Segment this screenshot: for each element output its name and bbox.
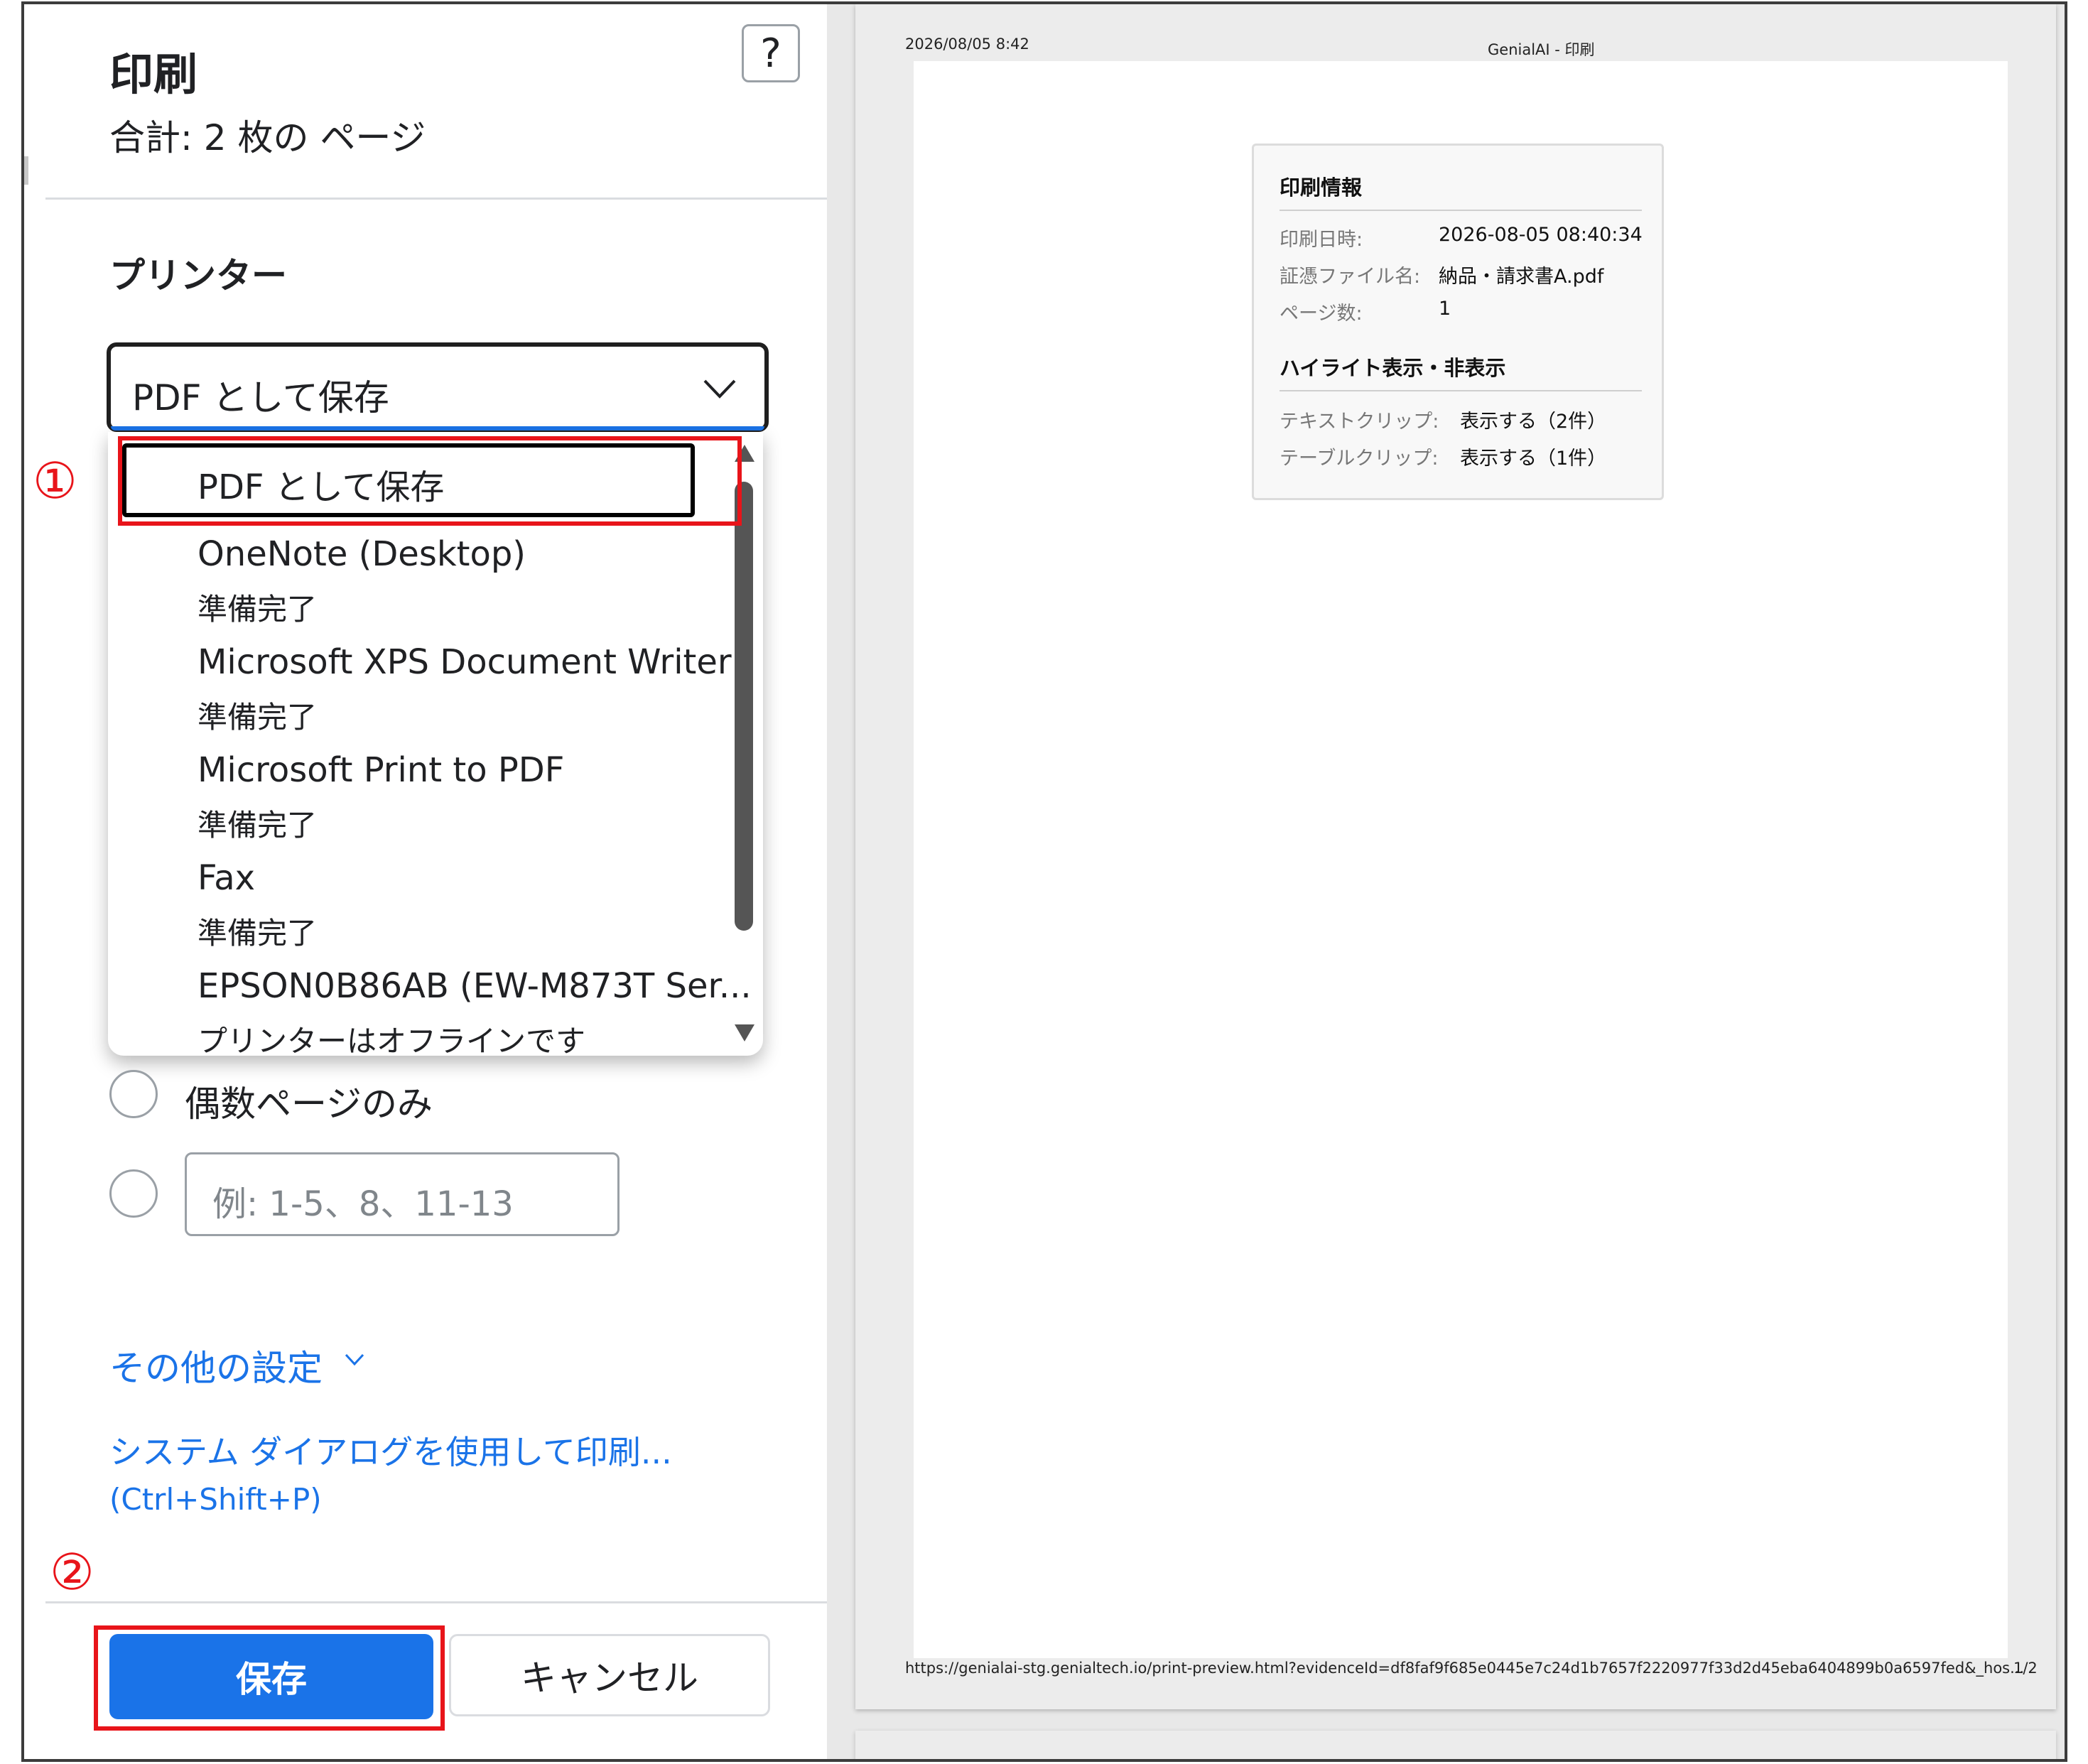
printer-option-name: OneNote (Desktop): [198, 534, 526, 574]
header-divider: [45, 197, 827, 200]
printer-option-xps-writer[interactable]: Microsoft XPS Document Writer 準備完了: [108, 637, 732, 750]
card-divider: [1280, 210, 1642, 211]
printer-section-label: プリンター: [109, 255, 287, 296]
chevron-down-icon: [345, 1353, 364, 1366]
page-footer-url: https://genialai-stg.genialtech.io/print…: [905, 1660, 2025, 1677]
printer-option-name: EPSON0B86AB (EW-M873T Ser...: [198, 966, 752, 1006]
info-key: ページ数:: [1280, 303, 1363, 325]
save-button[interactable]: 保存: [109, 1634, 433, 1719]
printer-option-name: Microsoft Print to PDF: [198, 750, 565, 790]
even-pages-label: 偶数ページのみ: [185, 1083, 433, 1125]
printer-option-status: 準備完了: [198, 700, 318, 735]
custom-pages-radio[interactable]: [109, 1169, 158, 1218]
even-pages-radio[interactable]: [109, 1070, 158, 1118]
print-info-card: 印刷情報 印刷日時: 2026-08-05 08:40:34 証憑ファイル名: …: [1252, 144, 1664, 500]
page-count-summary: 合計: 2 枚の ページ: [109, 117, 426, 158]
dialog-title: 印刷: [109, 48, 198, 100]
printer-option-ms-print-to-pdf[interactable]: Microsoft Print to PDF 準備完了: [108, 745, 705, 858]
panel-edge-marker: [24, 156, 28, 185]
printer-option-status: プリンターはオフラインです: [198, 1024, 586, 1056]
next-preview-page: [855, 1731, 2056, 1759]
footer-divider: [45, 1601, 827, 1603]
info-value: 2026-08-05 08:40:34: [1439, 224, 1643, 246]
print-info-heading: 印刷情報: [1280, 175, 1363, 200]
info-key: テキストクリップ:: [1280, 411, 1439, 433]
info-key: テーブルクリップ:: [1280, 448, 1439, 470]
page-range-input[interactable]: 例: 1-5、8、11-13: [185, 1152, 620, 1236]
system-dialog-link[interactable]: システム ダイアログを使用して印刷...: [109, 1427, 672, 1473]
info-value: 表示する（1件）: [1460, 448, 1607, 470]
printer-option-onenote[interactable]: OneNote (Desktop) 準備完了: [108, 529, 705, 642]
preview-page: 2026/08/05 8:42 GenialAI - 印刷 印刷情報 印刷日時:…: [855, 4, 2056, 1709]
info-value: 納品・請求書A.pdf: [1439, 266, 1604, 288]
step1-highlight-box: [118, 436, 742, 526]
printer-option-status: 準備完了: [198, 808, 318, 843]
more-settings-link[interactable]: その他の設定: [109, 1340, 323, 1391]
info-value: 1: [1439, 298, 1451, 320]
page-header-title: GenialAI - 印刷: [1488, 41, 1595, 58]
chevron-down-icon: [703, 379, 736, 399]
print-dialog: 印刷 合計: 2 枚の ページ ? プリンター PDF として保存 PDF とし…: [21, 1, 2067, 1762]
scroll-down-arrow-icon[interactable]: [733, 1023, 756, 1043]
card-divider: [1280, 390, 1642, 391]
print-preview-area: 2026/08/05 8:42 GenialAI - 印刷 印刷情報 印刷日時:…: [827, 4, 2065, 1759]
info-key: 印刷日時:: [1280, 229, 1363, 251]
printer-option-status: 準備完了: [198, 916, 318, 951]
select-focus-underline: [111, 426, 764, 431]
cancel-button[interactable]: キャンセル: [449, 1634, 770, 1716]
page-footer-number: 1/2: [2013, 1660, 2038, 1677]
step1-marker: ①: [33, 452, 77, 510]
printer-select[interactable]: PDF として保存: [107, 342, 769, 432]
step2-marker: ②: [50, 1543, 94, 1601]
dropdown-scrollbar-thumb[interactable]: [735, 482, 753, 931]
printer-option-epson[interactable]: EPSON0B86AB (EW-M873T Ser... プリンターはオフライン…: [108, 961, 752, 1056]
printer-option-name: Fax: [198, 858, 256, 898]
page-header-date: 2026/08/05 8:42: [905, 36, 1029, 53]
system-dialog-shortcut: (Ctrl+Shift+P): [109, 1482, 322, 1517]
printer-option-status: 準備完了: [198, 592, 318, 627]
info-value: 表示する（2件）: [1460, 411, 1607, 433]
printer-select-value: PDF として保存: [132, 377, 389, 418]
info-key: 証憑ファイル名:: [1280, 266, 1421, 288]
highlight-heading: ハイライト表示・非表示: [1280, 356, 1506, 380]
printer-option-fax[interactable]: Fax 準備完了: [108, 853, 705, 966]
settings-panel: 印刷 合計: 2 枚の ページ ? プリンター PDF として保存 PDF とし…: [24, 4, 827, 1759]
page-range-placeholder: 例: 1-5、8、11-13: [212, 1184, 514, 1224]
help-button[interactable]: ?: [742, 24, 800, 82]
page-content-area: 印刷情報 印刷日時: 2026-08-05 08:40:34 証憑ファイル名: …: [914, 61, 2008, 1658]
printer-option-name: Microsoft XPS Document Writer: [198, 642, 732, 682]
